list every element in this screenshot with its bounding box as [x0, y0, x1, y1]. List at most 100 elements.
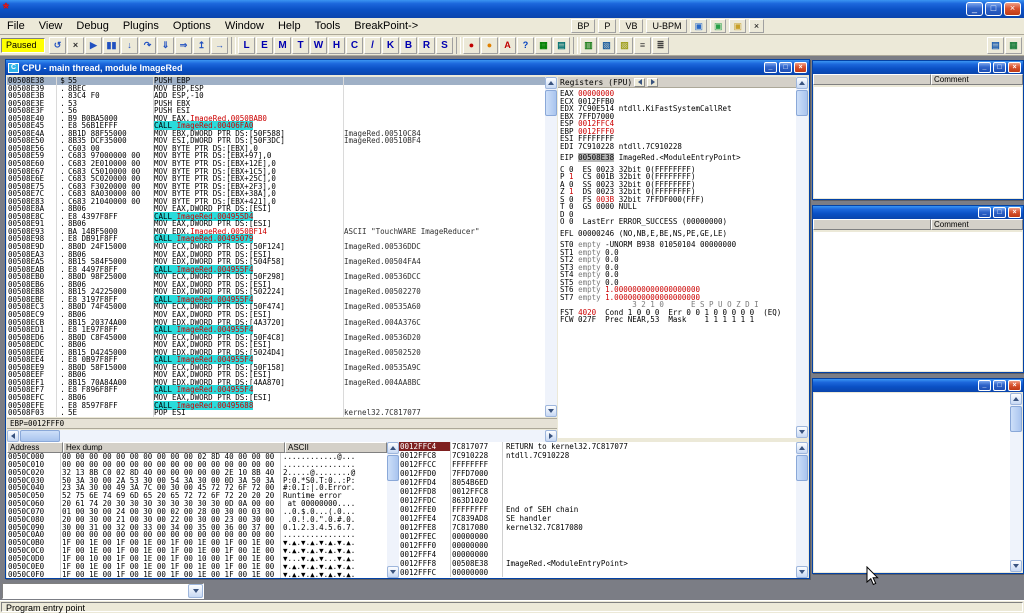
side-window-2-minimize-button[interactable]: _ [978, 207, 991, 218]
side-window-1-maximize-button[interactable]: □ [993, 62, 1006, 73]
comment-column-header[interactable]: Comment [931, 219, 1023, 230]
stack-row[interactable]: 0012FFF000000000 [399, 541, 796, 550]
cpu-close-button[interactable]: × [794, 62, 807, 73]
combo-dropdown-icon[interactable] [188, 584, 203, 598]
side-window-3-body[interactable] [814, 393, 1010, 572]
scroll-up-icon[interactable] [796, 442, 808, 454]
disasm-vscroll[interactable] [545, 77, 557, 417]
side-window-2-col1[interactable] [813, 219, 931, 230]
stack-row[interactable]: 0012FFD07FFD7000 [399, 469, 796, 478]
pane-button-t[interactable]: T [292, 37, 309, 54]
menu-item-window[interactable]: Window [218, 19, 271, 33]
side-window-3-close-button[interactable]: × [1008, 380, 1021, 391]
trace-over-button[interactable]: ⇒ [175, 37, 192, 54]
pane-button-item[interactable]: / [364, 37, 381, 54]
menu-button-bp[interactable]: BP [571, 19, 595, 33]
cpu-maximize-button[interactable]: □ [779, 62, 792, 73]
menu-item-options[interactable]: Options [166, 19, 218, 33]
dump-row[interactable]: 0050C0F01F 00 1E 00 1F 00 1E 00 1F 00 1E… [7, 571, 387, 578]
menu-button-vb[interactable]: VB [619, 19, 643, 33]
stack-vscroll-track[interactable] [796, 454, 808, 566]
dump-vscroll[interactable] [387, 442, 399, 578]
dump-header-address[interactable]: Address [7, 442, 63, 453]
stack-row[interactable]: 0012FFE87C817080kernel32.7C817080 [399, 523, 796, 532]
execute-till-return-button[interactable]: ↥ [193, 37, 210, 54]
side-window-3-vscroll-thumb[interactable] [1010, 406, 1022, 432]
close-button[interactable]: × [1004, 2, 1021, 16]
scroll-down-icon[interactable] [545, 405, 557, 417]
disasm-row[interactable]: 00508ED6.8B0D C8F45000MOV ECX,DWORD PTR … [7, 334, 545, 342]
disasm-row[interactable]: 00508E3B.83C4 F0ADD ESP,-10 [7, 92, 545, 100]
docs-button[interactable]: ▤ [987, 37, 1004, 54]
register-line[interactable]: EFL 00000246 (NO,NB,E,BE,NS,PE,GE,LE) [558, 230, 796, 238]
disasm-hscroll-thumb[interactable] [20, 430, 60, 442]
scroll-down-icon[interactable] [796, 566, 808, 578]
step-over-button[interactable]: ↷ [139, 37, 156, 54]
menubar-tool-icon-2[interactable]: ▣ [710, 19, 727, 33]
disasm-row[interactable]: 00508F03.5EPOP ESIkernel32.7C817077 [7, 409, 545, 417]
stack-row[interactable]: 0012FFD80012FFC8 [399, 487, 796, 496]
side-window-1-col1[interactable] [813, 74, 931, 85]
side-window-3-titlebar[interactable]: _ □ × [813, 379, 1023, 392]
stack-row[interactable]: 0012FFC47C817077RETURN to kernel32.7C817… [399, 442, 796, 451]
register-line[interactable]: FCW 027F Prec NEAR,53 Mask 1 1 1 1 1 1 [558, 316, 796, 324]
scroll-down-icon[interactable] [387, 566, 399, 578]
menubar-tool-icon-3[interactable]: ▣ [729, 19, 746, 33]
registers-vscroll-track[interactable] [796, 89, 808, 426]
scroll-right-icon[interactable] [545, 430, 557, 442]
go-to-address-button[interactable]: → [211, 37, 228, 54]
stack-vscroll-thumb[interactable] [796, 455, 808, 481]
pane-button-b[interactable]: B [400, 37, 417, 54]
disasm-row[interactable]: 00508E38$55PUSH EBP [7, 77, 545, 85]
menu-button-u-bpm[interactable]: U-BPM [646, 19, 687, 33]
close-program-button[interactable]: × [67, 37, 84, 54]
side-window-1-titlebar[interactable]: _ □ × [813, 61, 1023, 74]
window-list-button[interactable]: ≡ [634, 37, 651, 54]
step-into-button[interactable]: ↓ [121, 37, 138, 54]
register-line[interactable]: EIP 00508E38 ImageRed.<ModuleEntryPoint> [558, 154, 796, 162]
scroll-down-icon[interactable] [1010, 560, 1022, 572]
register-line[interactable]: EDI 7C910228 ntdll.7C910228 [558, 143, 796, 151]
menu-item-file[interactable]: File [0, 19, 32, 33]
stack-row[interactable]: 0012FFC87C910228ntdll.7C910228 [399, 451, 796, 460]
side-window-1-close-button[interactable]: × [1008, 62, 1021, 73]
disasm-row[interactable]: 00508E3E.53PUSH EBX [7, 100, 545, 108]
side-window-2-maximize-button[interactable]: □ [993, 207, 1006, 218]
pane-button-s[interactable]: S [436, 37, 453, 54]
side-window-3-minimize-button[interactable]: _ [978, 380, 991, 391]
breakpoint-options-button[interactable]: ● [463, 37, 480, 54]
disasm-hscroll-track[interactable] [19, 430, 545, 442]
menu-item-tools[interactable]: Tools [308, 19, 348, 33]
stack-row[interactable]: 0012FFF800508E38ImageRed.<ModuleEntryPoi… [399, 559, 796, 568]
registers-next-icon[interactable] [647, 78, 658, 87]
stack-row[interactable]: 0012FFF400000000 [399, 550, 796, 559]
registers-vscroll[interactable] [796, 77, 808, 438]
side-window-2-close-button[interactable]: × [1008, 207, 1021, 218]
stack-row[interactable]: 0012FFEC00000000 [399, 532, 796, 541]
side-window-3-vscroll-track[interactable] [1010, 405, 1022, 560]
stack-row[interactable]: 0012FFD48054B6ED [399, 478, 796, 487]
disasm-vscroll-track[interactable] [545, 89, 557, 405]
menubar-close-button[interactable]: × [749, 19, 764, 33]
scroll-up-icon[interactable] [796, 77, 808, 89]
maximize-button[interactable]: □ [985, 2, 1002, 16]
disasm-row[interactable]: 00508EF7.E8 F896F8FFCALL ImageRed.004955… [7, 386, 545, 394]
disasm-row[interactable]: 00508E83.C683 21040000 00MOV BYTE PTR DS… [7, 198, 545, 206]
side-window-1-minimize-button[interactable]: _ [978, 62, 991, 73]
side-window-3-vscroll[interactable] [1010, 393, 1022, 572]
stack-row[interactable]: 0012FFCCFFFFFFFF [399, 460, 796, 469]
trace-into-button[interactable]: ⇓ [157, 37, 174, 54]
registers-vscroll-thumb[interactable] [796, 90, 808, 116]
log-window-button[interactable]: ▤ [553, 37, 570, 54]
help-button[interactable]: ? [517, 37, 534, 54]
disasm-hscroll[interactable] [7, 430, 557, 442]
menu-item-breakpoint[interactable]: BreakPoint-> [347, 19, 425, 33]
app-titlebar[interactable]: * _ □ × [0, 0, 1024, 18]
scroll-down-icon[interactable] [796, 426, 808, 438]
disasm-row[interactable]: 00508EE9.8B0D 58F15000MOV ECX,DWORD PTR … [7, 364, 545, 372]
pause-button[interactable]: ▮▮ [103, 37, 120, 54]
command-combobox[interactable] [2, 583, 204, 599]
stack-row[interactable]: 0012FFE0FFFFFFFFEnd of SEH chain [399, 505, 796, 514]
disasm-row[interactable]: 00508EC3.8B0D 74F45000MOV ECX,DWORD PTR … [7, 303, 545, 311]
menu-item-debug[interactable]: Debug [69, 19, 115, 33]
